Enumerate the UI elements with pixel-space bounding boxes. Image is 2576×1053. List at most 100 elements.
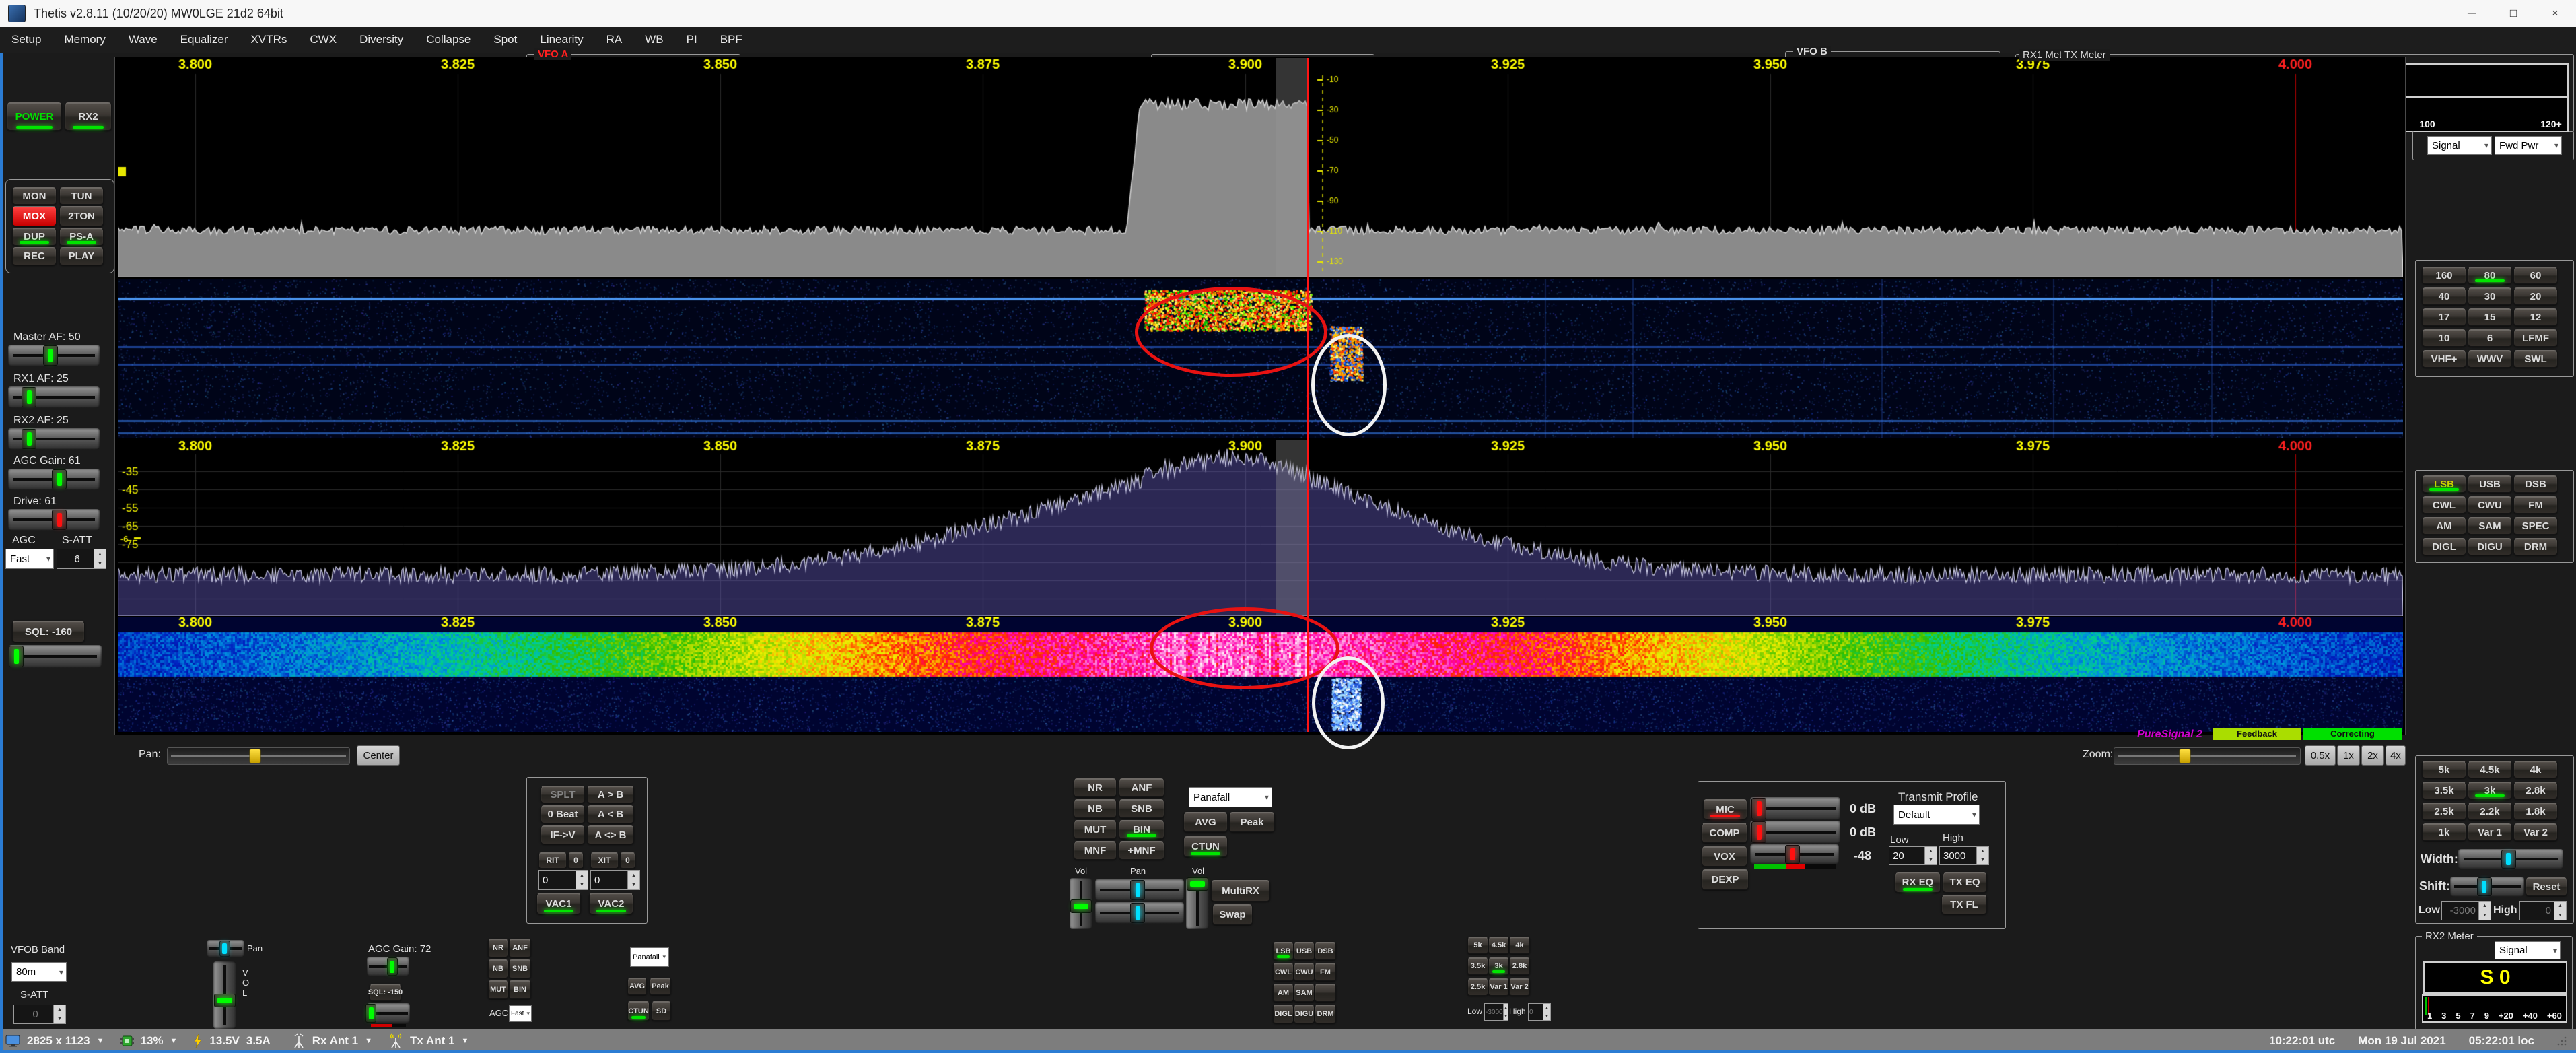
- rit-zero-button[interactable]: 0: [568, 852, 584, 869]
- shift-reset-button[interactable]: Reset: [2526, 877, 2567, 896]
- menu-collapse[interactable]: Collapse: [415, 27, 482, 53]
- split-button[interactable]: SPLT: [541, 786, 585, 803]
- b-to-a-button[interactable]: A < B: [587, 805, 634, 823]
- resize-grip-icon[interactable]: [2557, 1036, 2567, 1046]
- band-60-button[interactable]: 60: [2513, 267, 2558, 284]
- shift-slider[interactable]: [2450, 877, 2524, 897]
- rx2-peak-button[interactable]: Peak: [650, 978, 671, 995]
- band-80-button[interactable]: 80: [2468, 267, 2512, 284]
- mode-spec-button[interactable]: SPEC: [2513, 517, 2558, 535]
- rx1-pan-slider-a[interactable]: [1095, 879, 1184, 901]
- rx1-af-slider[interactable]: [8, 386, 100, 408]
- tx-fl-button[interactable]: TX FL: [1941, 895, 1987, 914]
- sql-slider[interactable]: [9, 645, 102, 668]
- power-button[interactable]: POWER: [7, 102, 62, 131]
- menu-diversity[interactable]: Diversity: [348, 27, 415, 53]
- rx2-agc-select[interactable]: Fast▾: [509, 1005, 532, 1022]
- rx2-mode-digl-button[interactable]: DIGL: [1273, 1005, 1294, 1023]
- menu-memory[interactable]: Memory: [53, 27, 116, 53]
- mnf-button[interactable]: MNF: [1074, 841, 1117, 860]
- rx2-sql-button[interactable]: SQL: -150: [370, 984, 401, 1001]
- spin-down-icon[interactable]: ▼: [1543, 1012, 1550, 1020]
- zoom-slider[interactable]: [2114, 747, 2301, 765]
- swap-button[interactable]: Swap: [1212, 904, 1253, 925]
- rx2-vol-slider[interactable]: [213, 961, 236, 1029]
- sql-button[interactable]: SQL: -160: [12, 621, 85, 642]
- rx2-mode-am-button[interactable]: AM: [1273, 984, 1294, 1002]
- mode-usb-button[interactable]: USB: [2468, 475, 2512, 493]
- vfob-band-select[interactable]: 80m▾: [11, 962, 67, 982]
- band-wwv-button[interactable]: WWV: [2468, 350, 2512, 368]
- filter-var2-button[interactable]: Var 2: [2513, 823, 2558, 841]
- spin-up-icon[interactable]: ▲: [94, 549, 106, 559]
- mode-sam-button[interactable]: SAM: [2468, 517, 2512, 535]
- vox-slider[interactable]: [1750, 844, 1839, 864]
- rx-eq-button[interactable]: RX EQ: [1895, 872, 1941, 893]
- filter-5k-button[interactable]: 5k: [2422, 761, 2466, 778]
- spin-down-icon[interactable]: ▼: [2554, 911, 2566, 920]
- spin-up-icon[interactable]: ▲: [1925, 847, 1937, 856]
- band-12-button[interactable]: 12: [2513, 308, 2558, 326]
- chevron-down-icon[interactable]: ▼: [170, 1037, 178, 1045]
- rec-button[interactable]: REC: [12, 247, 57, 265]
- spin-up-icon[interactable]: ▲: [1543, 1004, 1550, 1012]
- band-15-button[interactable]: 15: [2468, 308, 2512, 326]
- rit-spinner[interactable]: 0▲▼: [538, 870, 588, 890]
- two-tone-button[interactable]: 2TON: [59, 206, 104, 226]
- spin-up-icon[interactable]: ▲: [2554, 902, 2566, 911]
- xit-zero-button[interactable]: 0: [620, 852, 635, 869]
- rx2-ctun-button[interactable]: CTUN: [627, 1001, 650, 1021]
- rx2-filter-4k-button[interactable]: 4k: [1509, 937, 1530, 954]
- anf-button[interactable]: ANF: [1119, 778, 1164, 797]
- menu-ra[interactable]: RA: [595, 27, 634, 53]
- play-button[interactable]: PLAY: [59, 247, 104, 265]
- spin-down-icon[interactable]: ▼: [54, 1015, 65, 1024]
- band-swl-button[interactable]: SWL: [2513, 350, 2558, 368]
- rx2-filter-25k-button[interactable]: 2.5k: [1467, 978, 1488, 996]
- agc-mode-select[interactable]: Fast▾: [5, 549, 54, 569]
- tx-eq-button[interactable]: TX EQ: [1943, 872, 1987, 893]
- snb-button[interactable]: SNB: [1119, 799, 1164, 818]
- band-vhf-button[interactable]: VHF+: [2422, 350, 2466, 368]
- avg-button[interactable]: AVG: [1183, 812, 1228, 832]
- filter-22k-button[interactable]: 2.2k: [2468, 803, 2512, 820]
- rx2-filter-45k-button[interactable]: 4.5k: [1488, 937, 1509, 954]
- filter-4k-button[interactable]: 4k: [2513, 761, 2558, 778]
- spin-down-icon[interactable]: ▼: [1977, 856, 1988, 864]
- multirx-button[interactable]: MultiRX: [1211, 880, 1270, 902]
- rx2-mut-button[interactable]: MUT: [488, 980, 508, 999]
- master-af-slider[interactable]: [8, 345, 100, 366]
- spin-down-icon[interactable]: ▼: [628, 880, 639, 889]
- xit-spinner[interactable]: 0▲▼: [590, 870, 640, 890]
- rx2-pan-slider[interactable]: [207, 940, 244, 957]
- mode-fm-button[interactable]: FM: [2513, 496, 2558, 514]
- rx2-filter-var1-button[interactable]: Var 1: [1488, 978, 1509, 996]
- rx2-filter-5k-button[interactable]: 5k: [1467, 937, 1488, 954]
- rx2-display-mode-select[interactable]: Panafall▾: [630, 947, 669, 967]
- chevron-down-icon[interactable]: ▼: [461, 1037, 468, 1045]
- zoom-4x-button[interactable]: 4x: [2386, 745, 2406, 766]
- tx-meter-select[interactable]: Fwd Pwr▾: [2495, 136, 2562, 155]
- filter-45k-button[interactable]: 4.5k: [2468, 761, 2512, 778]
- mic-gain-slider[interactable]: [1750, 797, 1840, 820]
- minimize-icon[interactable]: ─: [2451, 0, 2493, 27]
- zoom-1x-button[interactable]: 1x: [2337, 745, 2360, 766]
- zero-beat-button[interactable]: 0 Beat: [541, 805, 585, 823]
- plus-mnf-button[interactable]: +MNF: [1119, 841, 1164, 860]
- agc-gain-slider[interactable]: [8, 469, 100, 490]
- resolution-value[interactable]: 2825 x 1123: [27, 1034, 90, 1048]
- mon-button[interactable]: MON: [12, 187, 57, 205]
- spin-down-icon[interactable]: ▼: [1504, 1012, 1508, 1020]
- rx1-panadapter-display[interactable]: [118, 440, 2403, 616]
- nr-button[interactable]: NR: [1074, 778, 1117, 797]
- rx2-filter-var2-button[interactable]: Var 2: [1509, 978, 1530, 996]
- filter-1k-button[interactable]: 1k: [2422, 823, 2466, 841]
- rx2-mode-lsb-button[interactable]: LSB: [1273, 942, 1294, 960]
- filter-28k-button[interactable]: 2.8k: [2513, 782, 2558, 799]
- spin-up-icon[interactable]: ▲: [54, 1005, 65, 1015]
- rx2-mode-usb-button[interactable]: USB: [1294, 942, 1315, 960]
- band-lfmf-button[interactable]: LFMF: [2513, 329, 2558, 347]
- spin-down-icon[interactable]: ▼: [1925, 856, 1937, 864]
- width-slider[interactable]: [2458, 849, 2563, 869]
- xit-button[interactable]: XIT: [590, 852, 619, 869]
